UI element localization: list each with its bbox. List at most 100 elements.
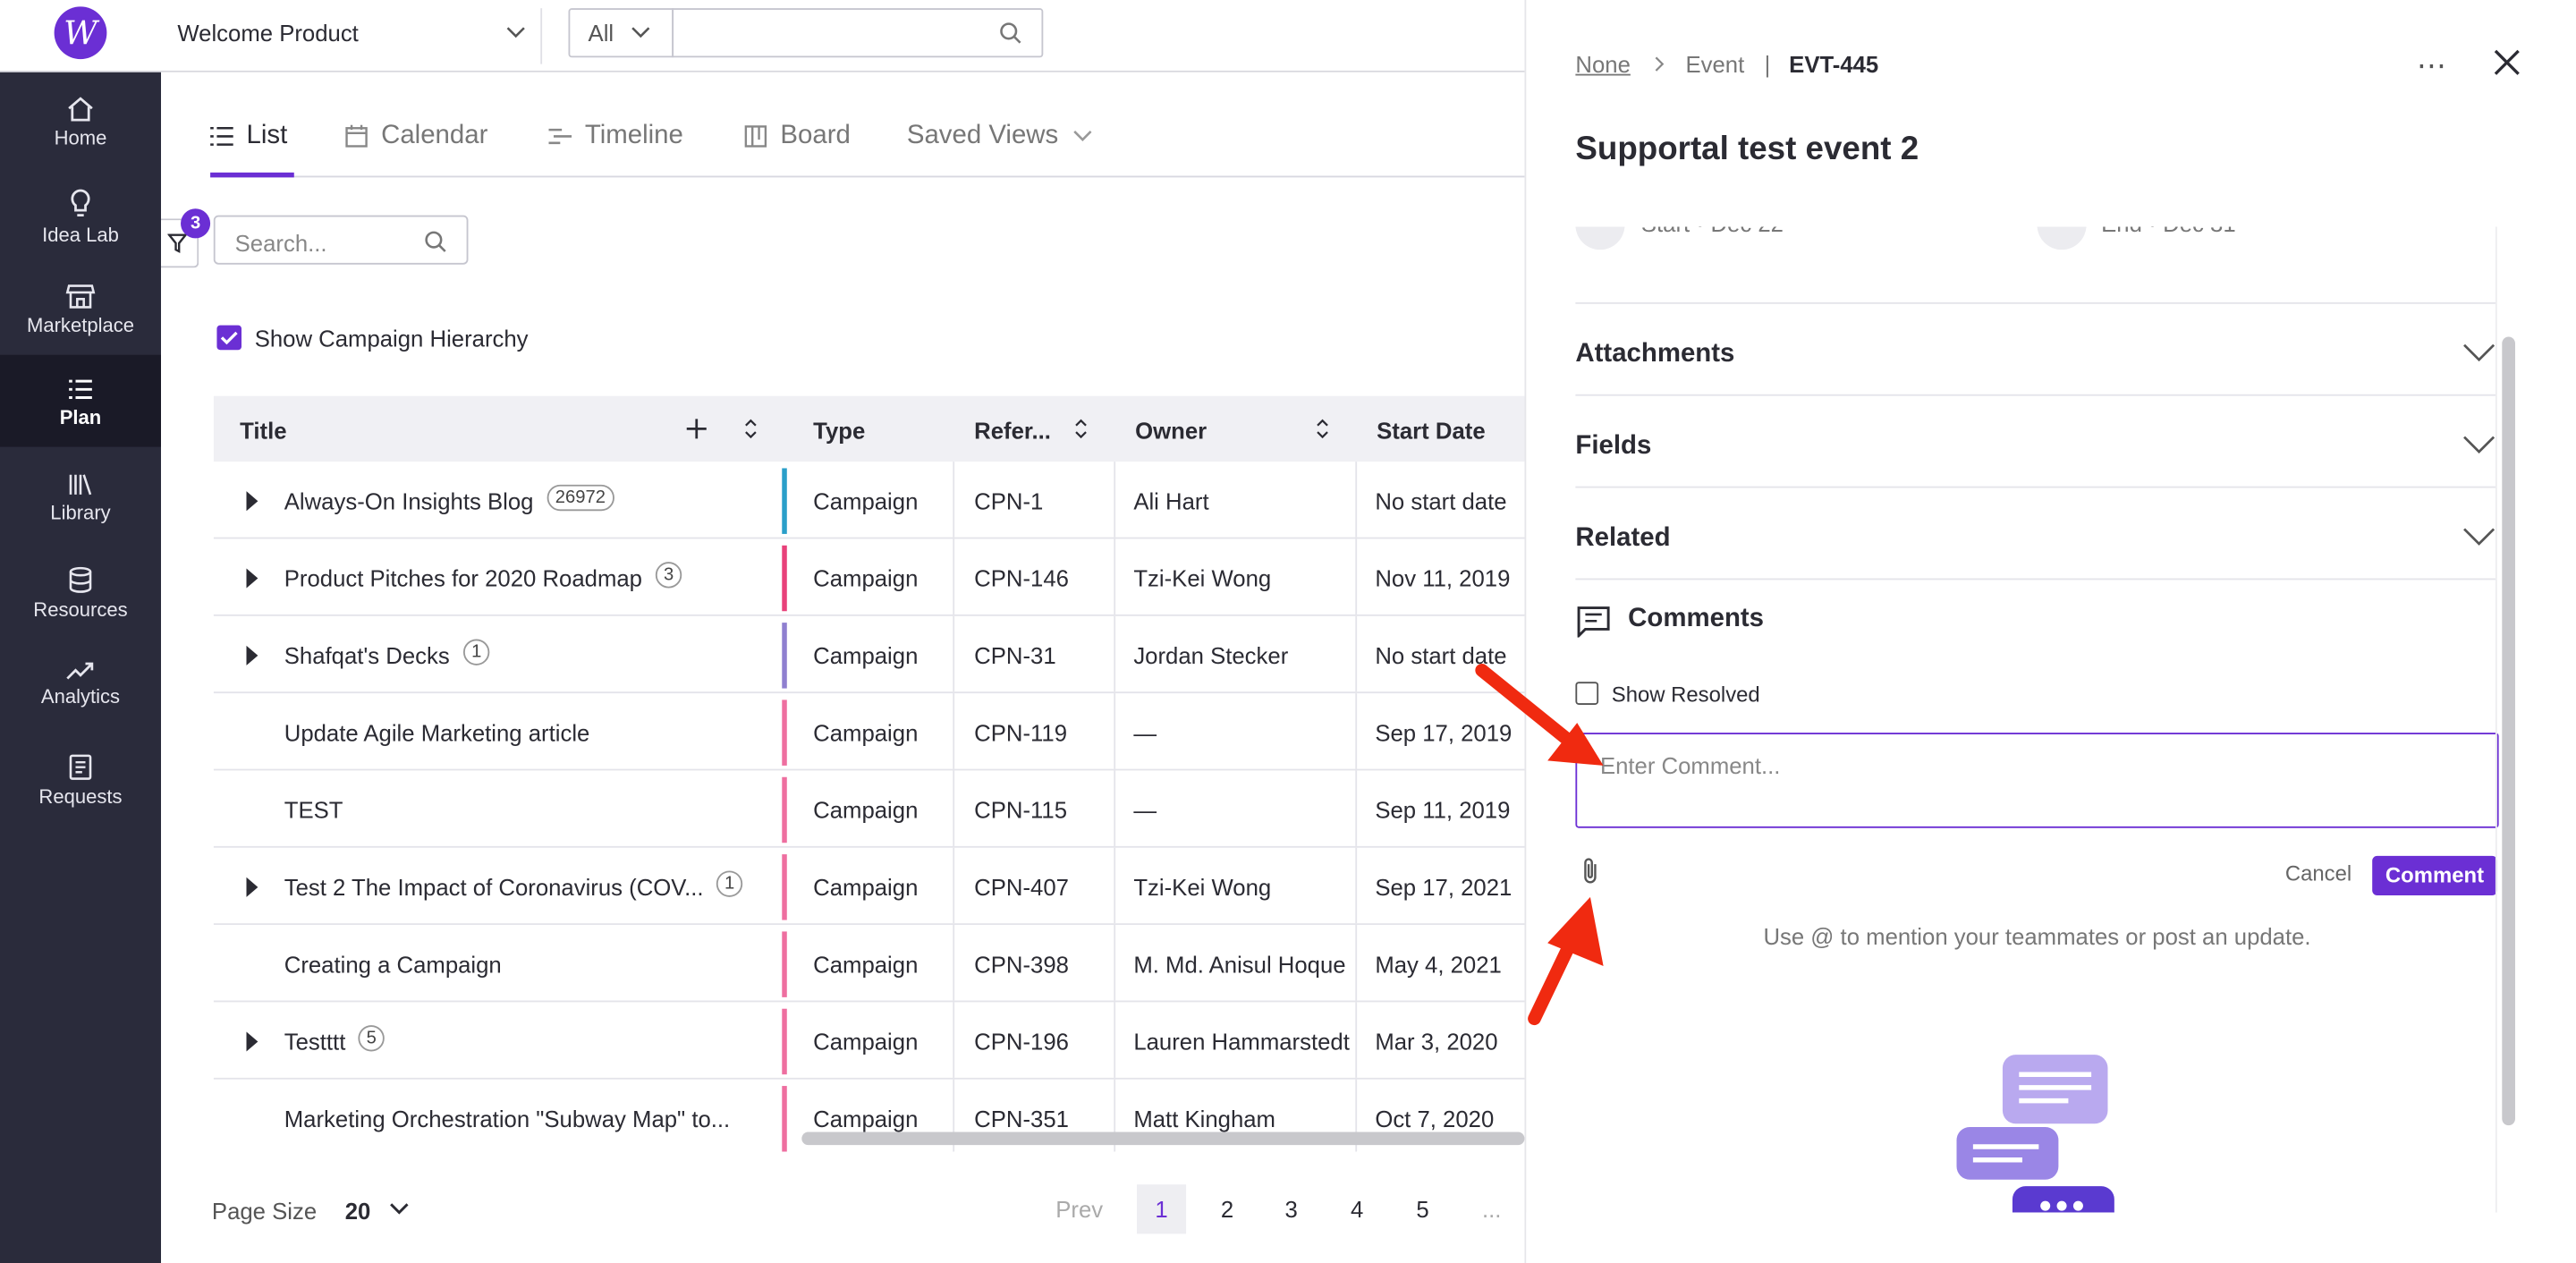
expand-caret-icon[interactable] (246, 1031, 258, 1052)
row-title[interactable]: Update Agile Marketing article (284, 719, 590, 745)
breadcrumb-root-link[interactable]: None (1575, 51, 1630, 77)
table-row[interactable]: Testttt Campaign CPN-196 Lauren Hammarstedt… (213, 1002, 1529, 1080)
table-row[interactable]: Always-On Insights Blog Campaign CPN-1 Ali … (213, 462, 1529, 539)
related-section[interactable]: Related (1575, 487, 2496, 581)
expand-caret-icon[interactable] (246, 645, 258, 665)
row-color-indicator (782, 1008, 787, 1075)
tab-board[interactable]: Board (744, 122, 851, 151)
attachment-clip-icon[interactable] (1579, 856, 1602, 886)
chevron-down-icon (2463, 343, 2496, 362)
column-header-type[interactable]: Type (813, 418, 865, 444)
comment-input[interactable]: Enter Comment... (1575, 733, 2499, 828)
active-tab-indicator (210, 172, 294, 178)
prev-page-button[interactable]: Prev (1046, 1184, 1112, 1233)
show-resolved-label: Show Resolved (1611, 682, 1760, 707)
row-title[interactable]: Creating a Campaign (284, 951, 502, 977)
comment-submit-button[interactable]: Comment (2372, 855, 2497, 896)
row-start-date: Sep 11, 2019 (1375, 796, 1511, 824)
page-button[interactable]: 5 (1398, 1184, 1447, 1233)
row-color-indicator (782, 699, 787, 766)
row-reference: CPN-31 (974, 642, 1056, 669)
horizontal-scrollbar[interactable] (801, 1132, 1525, 1146)
row-title[interactable]: TEST (284, 797, 343, 823)
child-count-badge: 5 (358, 1025, 386, 1052)
cancel-button[interactable]: Cancel (2285, 860, 2351, 886)
app-logo[interactable]: W (54, 6, 107, 60)
sidebar-item-label: Resources (33, 598, 128, 622)
row-title[interactable]: Marketing Orchestration "Subway Map" to.… (284, 1106, 730, 1132)
table-row[interactable]: Product Pitches for 2020 Roadmap Campaign… (213, 538, 1529, 616)
sidebar-item-requests[interactable]: Requests (0, 731, 161, 823)
dates-section (1575, 226, 2496, 304)
global-search-input[interactable] (672, 8, 1044, 58)
row-type: Campaign (813, 796, 919, 824)
table-row[interactable]: Test 2 The Impact of Coronavirus (COV...… (213, 847, 1529, 926)
sidebar: Home Idea Lab Marketplace Plan Library R… (0, 72, 161, 1263)
sidebar-item-resources[interactable]: Resources (0, 544, 161, 636)
scope-dropdown[interactable]: All (568, 8, 674, 58)
tab-saved-views[interactable]: Saved Views (907, 122, 1095, 151)
divider (540, 8, 543, 64)
sidebar-item-analytics[interactable]: Analytics (0, 638, 161, 730)
row-title[interactable]: Testttt (284, 1029, 346, 1055)
row-title[interactable]: Always-On Insights Blog (284, 487, 534, 513)
tab-list[interactable]: List (210, 122, 287, 151)
expand-caret-icon[interactable] (246, 491, 258, 512)
hierarchy-checkbox[interactable] (216, 325, 242, 351)
sidebar-item-library[interactable]: Library (0, 450, 161, 542)
more-options-icon[interactable]: ⋯ (2417, 49, 2448, 84)
expand-caret-icon[interactable] (246, 568, 258, 589)
page-size-label: Page Size (211, 1197, 318, 1225)
table-row[interactable]: Update Agile Marketing article Campaign CP… (213, 693, 1529, 771)
sidebar-item-marketplace[interactable]: Marketplace (0, 259, 161, 352)
page-size-select[interactable]: 20 (345, 1198, 371, 1224)
cell-divider (953, 925, 955, 1001)
row-type: Campaign (813, 951, 919, 978)
expand-caret-icon[interactable] (246, 877, 258, 897)
row-owner: Tzi-Kei Wong (1133, 564, 1272, 592)
chevron-down-icon[interactable] (504, 20, 528, 43)
page-button[interactable]: 3 (1267, 1184, 1316, 1233)
table-row[interactable]: Shafqat's Decks Campaign CPN-31 Jordan Stec… (213, 615, 1529, 694)
comment-hint: Use @ to mention your teammates or post … (1763, 923, 2311, 950)
column-header-start-date[interactable]: Start Date (1377, 418, 1485, 444)
annotation-arrow (1475, 664, 1604, 766)
database-icon (69, 566, 92, 593)
chevron-down-icon[interactable] (387, 1201, 411, 1217)
comment-icon (1577, 606, 1610, 638)
page-button[interactable]: 2 (1202, 1184, 1251, 1233)
sidebar-item-idea-lab[interactable]: Idea Lab (0, 166, 161, 259)
row-title[interactable]: Product Pitches for 2020 Roadmap (284, 565, 642, 591)
vertical-scrollbar[interactable] (2502, 336, 2515, 1126)
page-button[interactable]: 1 (1136, 1184, 1187, 1234)
sidebar-item-label: Plan (59, 405, 102, 429)
attachments-section[interactable]: Attachments (1575, 304, 2496, 396)
cell-divider (1114, 925, 1116, 1001)
sort-icon[interactable] (1316, 419, 1329, 439)
close-icon[interactable] (2494, 49, 2520, 75)
fields-section[interactable]: Fields (1575, 396, 2496, 488)
top-bar: W Welcome Product All (0, 0, 1525, 72)
row-title[interactable]: Shafqat's Decks (284, 642, 450, 668)
product-selector[interactable]: Welcome Product (177, 20, 358, 46)
row-color-indicator (782, 776, 787, 843)
sidebar-item-home[interactable]: Home (0, 72, 161, 165)
table-row[interactable]: TEST Campaign CPN-115 — Sep 11, 2019 (213, 770, 1529, 848)
row-title[interactable]: Test 2 The Impact of Coronavirus (COV... (284, 874, 704, 900)
table-row[interactable]: Creating a Campaign Campaign CPN-398 M. Md.… (213, 925, 1529, 1003)
column-header-title[interactable]: Title (240, 418, 286, 444)
cell-divider (1114, 538, 1116, 615)
column-header-reference[interactable]: Refer... (974, 418, 1051, 444)
page-button[interactable]: 4 (1333, 1184, 1382, 1233)
list-search-input[interactable]: Search... (213, 215, 469, 265)
sort-icon[interactable] (744, 419, 758, 439)
row-reference: CPN-1 (974, 487, 1044, 514)
sort-icon[interactable] (1074, 419, 1088, 439)
tab-calendar[interactable]: Calendar (345, 122, 487, 151)
column-header-owner[interactable]: Owner (1135, 418, 1207, 444)
plus-icon[interactable] (685, 418, 708, 441)
row-reference: CPN-351 (974, 1106, 1069, 1132)
trend-icon (66, 662, 94, 680)
sidebar-item-plan[interactable]: Plan (0, 354, 161, 447)
tab-timeline[interactable]: Timeline (548, 122, 683, 151)
